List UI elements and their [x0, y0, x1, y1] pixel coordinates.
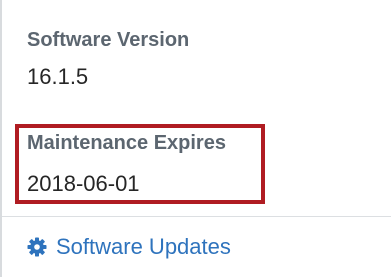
- gear-icon: [27, 237, 47, 257]
- software-updates-link[interactable]: Software Updates: [27, 236, 231, 258]
- maintenance-expires-value: 2018-06-01: [27, 171, 140, 196]
- panel-left-border: [0, 0, 2, 277]
- maintenance-expires-label: Maintenance Expires: [27, 132, 226, 154]
- software-updates-label[interactable]: Software Updates: [56, 236, 231, 258]
- software-version-value: 16.1.5: [27, 64, 89, 89]
- software-version-label: Software Version: [27, 29, 190, 51]
- section-divider: [2, 216, 391, 217]
- info-panel: Software Version 16.1.5 Maintenance Expi…: [0, 0, 391, 277]
